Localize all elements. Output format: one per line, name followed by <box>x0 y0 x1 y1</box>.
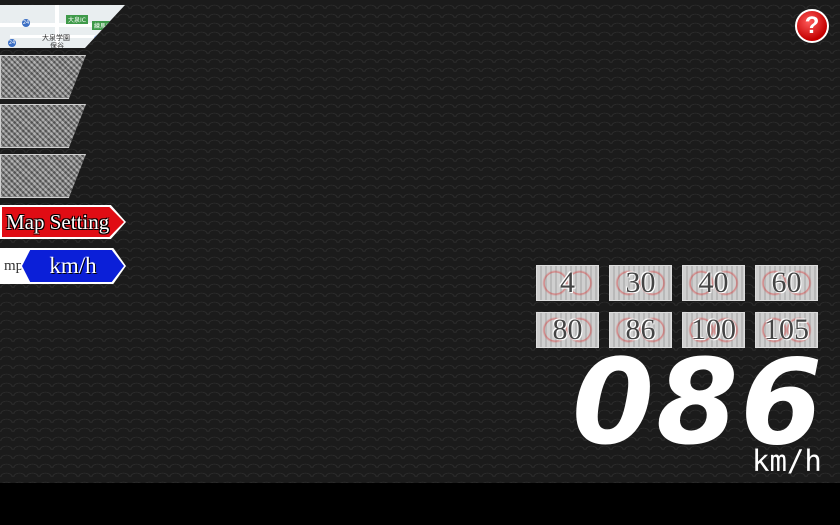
speed-unit-label: km/h <box>752 444 822 478</box>
speed-screen: 大泉IC 練馬IC 大泉学園 24 24 24 保谷 Map Setting m… <box>0 0 840 483</box>
panel-slot-2[interactable] <box>0 104 86 148</box>
speed-limit-chip[interactable]: 40 <box>682 265 745 301</box>
unit-kmh-option[interactable]: km/h <box>20 248 126 284</box>
map-setting-label: Map Setting <box>2 207 124 237</box>
bottom-bar <box>0 483 840 525</box>
panel-slot-3[interactable] <box>0 154 86 198</box>
panel-slot-1[interactable] <box>0 55 86 99</box>
unit-toggle[interactable]: mph km/h <box>0 248 126 284</box>
map-label-area: 保谷 <box>50 42 64 50</box>
unit-kmh-label: km/h <box>22 250 124 282</box>
map-label-nerima-ic: 練馬IC <box>92 21 114 30</box>
map-route-badge: 24 <box>22 19 30 27</box>
speed-limit-chip[interactable]: 4 <box>536 265 599 301</box>
question-icon[interactable]: ? <box>795 9 829 43</box>
map-label-oizumi-ic: 大泉IC <box>66 15 88 24</box>
map-setting-button[interactable]: Map Setting <box>0 205 126 239</box>
map-route-badge: 24 <box>94 35 102 43</box>
map-thumbnail[interactable]: 大泉IC 練馬IC 大泉学園 24 24 24 保谷 <box>0 5 125 48</box>
map-route-badge: 24 <box>8 39 16 47</box>
speed-limit-chip[interactable]: 30 <box>609 265 672 301</box>
speed-limit-chip[interactable]: 60 <box>755 265 818 301</box>
